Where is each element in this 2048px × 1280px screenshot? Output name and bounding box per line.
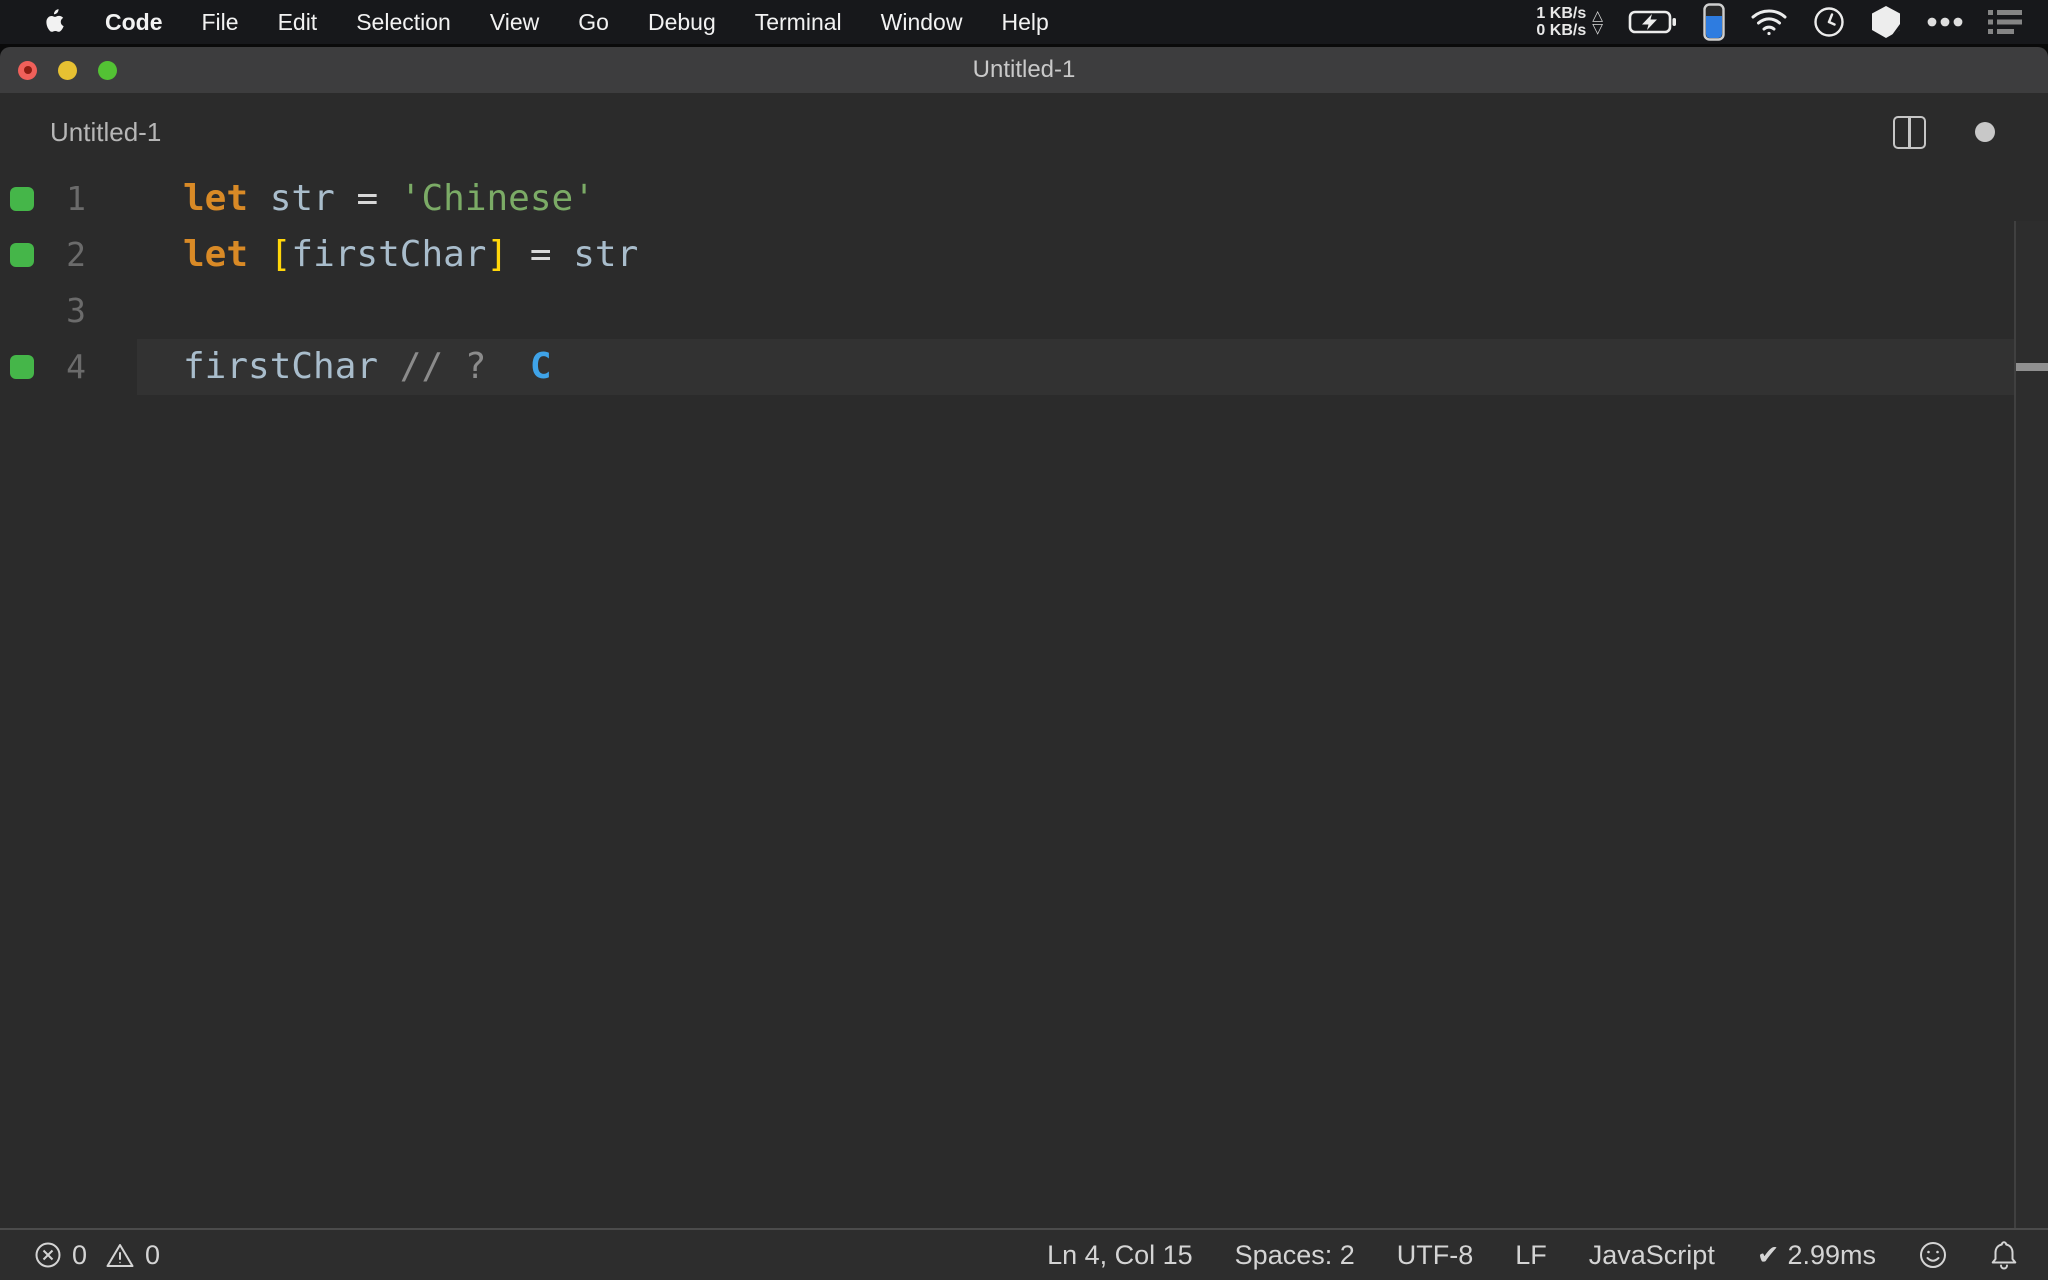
check-icon: ✔ <box>1756 1239 1780 1270</box>
traffic-lights <box>18 47 117 93</box>
window-title: Untitled-1 <box>972 56 1076 83</box>
menu-item-window[interactable]: Window <box>881 9 963 36</box>
gutter-glyph-cell <box>0 339 46 395</box>
menu-item-file[interactable]: File <box>202 9 239 36</box>
code-text[interactable]: firstChar // ? C <box>137 339 2014 395</box>
line-number: 4 <box>66 347 86 386</box>
editor-workbench: Untitled-1 1 let str = 'Chinese' 2 let [fir… <box>0 93 2048 1280</box>
editor-scrollbar[interactable] <box>2014 221 2048 1228</box>
battery-charging-icon[interactable] <box>1628 8 1678 36</box>
gutter-glyph-cell <box>0 283 46 339</box>
menu-item-go[interactable]: Go <box>578 9 609 36</box>
gutter-spacer <box>86 227 137 283</box>
macos-menu-bar: Code File Edit Selection View Go Debug Terminal… <box>0 0 2048 44</box>
line-number: 3 <box>66 291 86 330</box>
gutter-glyph-cell <box>0 227 46 283</box>
clock-icon[interactable] <box>1813 6 1845 38</box>
warning-count: 0 <box>145 1239 161 1270</box>
problems-status[interactable]: 0 0 <box>34 1240 160 1271</box>
code-line-2[interactable]: 2 let [firstChar] = str <box>0 227 2048 283</box>
more-dots-icon[interactable] <box>1927 17 1963 27</box>
code-line-1[interactable]: 1 let str = 'Chinese' <box>0 171 2048 227</box>
network-down-speed: 0 KB/s <box>1536 22 1587 39</box>
menu-item-debug[interactable]: Debug <box>648 9 716 36</box>
perf-time: 2.99ms <box>1787 1239 1876 1270</box>
quokka-coverage-marker-icon <box>10 187 34 211</box>
menu-item-code[interactable]: Code <box>105 9 163 36</box>
code-line-3[interactable]: 3 <box>0 283 2048 339</box>
open-file-tab-label[interactable]: Untitled-1 <box>50 93 161 171</box>
gutter-spacer <box>86 339 137 395</box>
indentation-setting[interactable]: Spaces: 2 <box>1235 1240 1355 1271</box>
feedback-smiley-icon[interactable] <box>1918 1240 1948 1270</box>
menu-left: Code File Edit Selection View Go Debug Terminal… <box>44 9 1049 36</box>
errors-icon <box>34 1241 62 1269</box>
menu-item-edit[interactable]: Edit <box>278 9 318 36</box>
network-up-speed: 1 KB/s <box>1536 5 1587 22</box>
quokka-coverage-marker-icon <box>10 243 34 267</box>
gutter-spacer <box>86 283 137 339</box>
code-text[interactable]: let [firstChar] = str <box>137 227 2014 283</box>
wifi-icon[interactable] <box>1750 8 1788 36</box>
line-number: 1 <box>66 179 86 218</box>
overview-ruler-cursor-marker <box>2016 363 2048 371</box>
menu-status-area: 1 KB/s 0 KB/s △ ▽ <box>1536 3 2022 41</box>
error-count: 0 <box>72 1239 88 1270</box>
end-of-line-setting[interactable]: LF <box>1515 1240 1547 1271</box>
language-mode[interactable]: JavaScript <box>1589 1240 1715 1271</box>
status-bar-right: Ln 4, Col 15 Spaces: 2 UTF-8 LF JavaScri… <box>1047 1240 2018 1271</box>
menu-item-terminal[interactable]: Terminal <box>755 9 842 36</box>
gutter-glyph-cell <box>0 171 46 227</box>
notifications-bell-icon[interactable] <box>1990 1240 2018 1270</box>
editor-lines[interactable]: 1 let str = 'Chinese' 2 let [firstChar] = s… <box>0 171 2048 395</box>
download-arrow-icon: ▽ <box>1592 20 1603 36</box>
split-editor-icon[interactable] <box>1893 116 1926 149</box>
cursor-position[interactable]: Ln 4, Col 15 <box>1047 1240 1193 1271</box>
window-title-bar[interactable]: Untitled-1 <box>0 47 2048 93</box>
file-encoding[interactable]: UTF-8 <box>1397 1240 1474 1271</box>
vertical-battery-icon[interactable] <box>1703 3 1725 41</box>
unsaved-indicator-dot <box>23 66 32 74</box>
code-line-4[interactable]: 4 firstChar // ? C <box>0 339 2048 395</box>
menu-item-help[interactable]: Help <box>1001 9 1048 36</box>
menu-item-view[interactable]: View <box>490 9 539 36</box>
warnings-icon <box>105 1242 135 1269</box>
status-bar: 0 0 Ln 4, Col 15 Spaces: 2 UTF-8 LF Java… <box>0 1228 2048 1280</box>
cube-icon[interactable] <box>1870 5 1902 39</box>
list-icon[interactable] <box>1988 9 2022 35</box>
editor-title-area: Untitled-1 <box>0 93 2048 171</box>
minimize-button[interactable] <box>58 60 77 80</box>
menu-item-selection[interactable]: Selection <box>356 9 451 36</box>
zoom-button[interactable] <box>98 60 117 80</box>
code-text[interactable]: let str = 'Chinese' <box>137 171 2014 227</box>
quokka-coverage-marker-icon <box>10 355 34 379</box>
line-number: 2 <box>66 235 86 274</box>
code-text[interactable] <box>137 283 2014 339</box>
unsaved-dot-icon[interactable] <box>1975 122 1995 142</box>
gutter-spacer <box>86 171 137 227</box>
close-button[interactable] <box>18 60 37 80</box>
network-speed-indicator[interactable]: 1 KB/s 0 KB/s △ ▽ <box>1536 5 1603 39</box>
apple-logo-icon[interactable] <box>44 9 66 35</box>
quokka-perf-status[interactable]: ✔ 2.99ms <box>1757 1240 1876 1271</box>
